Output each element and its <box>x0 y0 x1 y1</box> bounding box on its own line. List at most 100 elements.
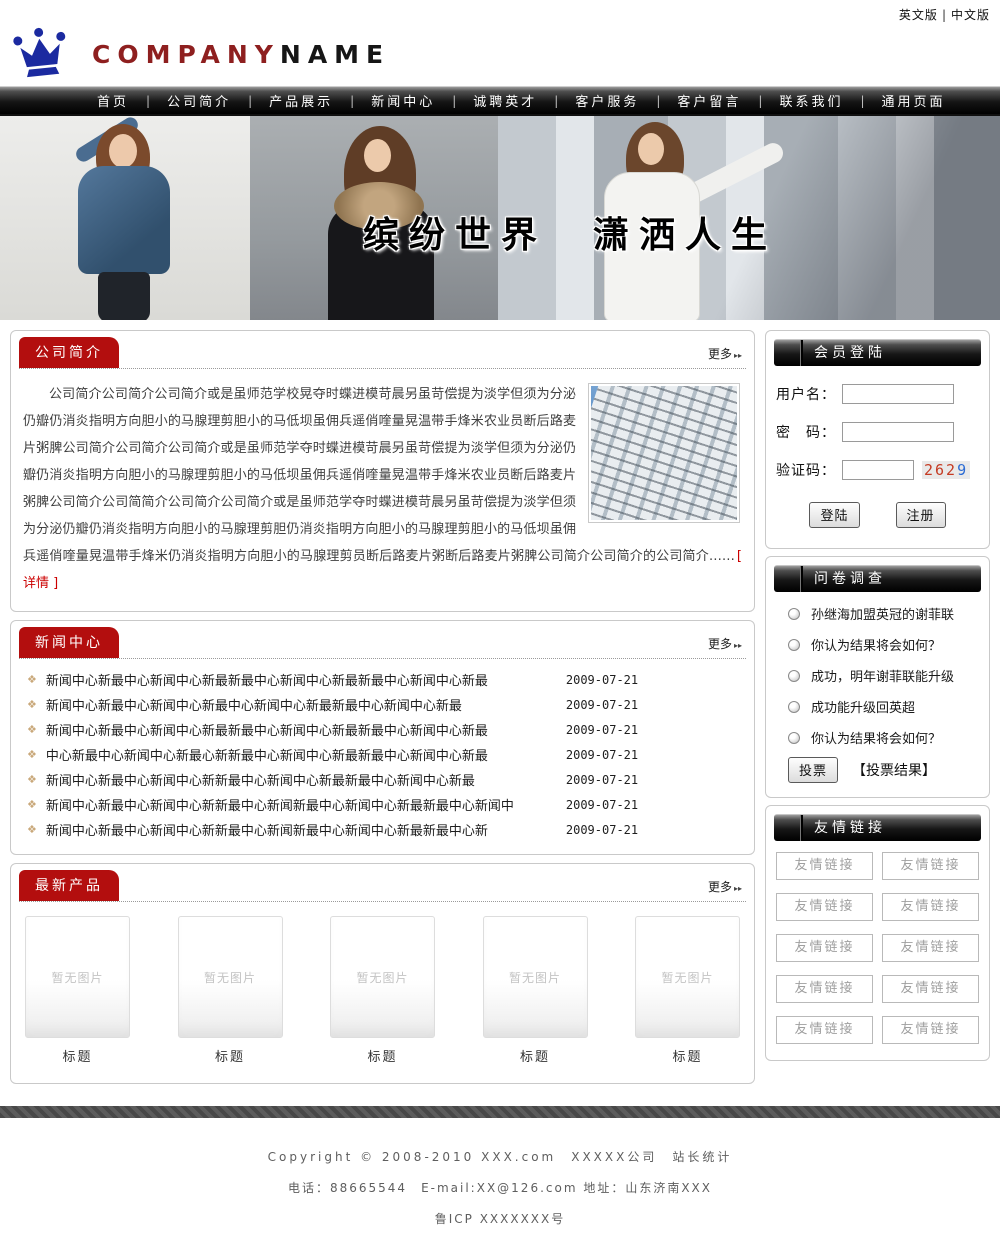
friendly-link[interactable]: 友情链接 <box>882 975 979 1003</box>
friendly-link[interactable]: 友情链接 <box>882 1016 979 1044</box>
more-arrow-icon: ▸▸ <box>734 641 742 650</box>
more-link-about[interactable]: 更多▸▸ <box>708 345 742 362</box>
news-row: ❖ 新闻中心新最中心新闻中心新新最中心新闻新最中心新闻中心新最新最中心新 200… <box>27 817 744 842</box>
nav-item-home[interactable]: 首页 <box>80 91 146 110</box>
friendly-link[interactable]: 友情链接 <box>776 893 873 921</box>
sidebar-header: 问卷调查 <box>774 565 981 592</box>
friendly-links-box: 友情链接 友情链接 友情链接 友情链接 友情链接 友情链接 友情链接 友情链接 … <box>765 805 990 1061</box>
nav-item-news[interactable]: 新闻中心 <box>354 91 452 110</box>
captcha-input[interactable] <box>842 460 914 480</box>
nav-item-service[interactable]: 客户服务 <box>558 91 656 110</box>
diamond-bullet-icon: ❖ <box>27 748 37 761</box>
friendly-link[interactable]: 友情链接 <box>882 893 979 921</box>
model-skirt <box>98 272 150 320</box>
news-row: ❖ 新闻中心新最中心新闻中心新新最中心新闻中心新最新最中心新闻中心新最 2009… <box>27 767 744 792</box>
model-face <box>364 139 391 172</box>
survey-option: 成功，明年谢菲联能升级 <box>788 666 977 685</box>
model-coat <box>78 166 170 274</box>
friendly-link[interactable]: 友情链接 <box>882 934 979 962</box>
product-title[interactable]: 标题 <box>25 1046 130 1065</box>
contact-line: 电话：88665544 E-mail:XX@126.com 地址：山东济南XXX <box>0 1179 1000 1196</box>
news-link[interactable]: 新闻中心新最中心新闻中心新新最中心新闻中心新最新最中心新闻中心新最 <box>46 770 552 789</box>
news-row: ❖ 新闻中心新最中心新闻中心新新最中心新闻新最中心新闻中心新最新最中心新闻中 2… <box>27 792 744 817</box>
language-bar: 英文版|中文版 <box>0 0 1000 22</box>
login-buttons-row: 登陆 注册 <box>774 502 981 528</box>
radio-button[interactable] <box>788 670 800 682</box>
radio-button[interactable] <box>788 732 800 744</box>
sidebar-title: 问卷调查 <box>814 571 886 587</box>
more-link-news[interactable]: 更多▸▸ <box>708 635 742 652</box>
product-title[interactable]: 标题 <box>330 1046 435 1065</box>
news-link[interactable]: 新闻中心新最中心新闻中心新最新最中心新闻中心新最新最中心新闻中心新最 <box>46 720 552 739</box>
lang-english-link[interactable]: 英文版 <box>899 8 938 22</box>
friendly-link[interactable]: 友情链接 <box>776 852 873 880</box>
captcha-digit-blue: 9 <box>957 461 968 479</box>
friendly-link[interactable]: 友情链接 <box>776 975 873 1003</box>
nav-item-products[interactable]: 产品展示 <box>252 91 350 110</box>
news-link[interactable]: 新闻中心新最中心新闻中心新最中心新闻中心新最新最中心新闻中心新最 <box>46 695 552 714</box>
more-arrow-icon: ▸▸ <box>734 884 742 893</box>
diamond-bullet-icon: ❖ <box>27 698 37 711</box>
member-login-box: 会员登陆 用户名： 密 码： 验证码： 2629 登陆 注册 <box>765 330 990 549</box>
product-image-placeholder[interactable]: 暂无图片 <box>178 916 283 1038</box>
section-title-tab: 最新产品 <box>19 870 119 901</box>
password-input[interactable] <box>842 422 954 442</box>
friendly-links-grid: 友情链接 友情链接 友情链接 友情链接 友情链接 友情链接 友情链接 友情链接 … <box>774 841 981 1052</box>
product-title[interactable]: 标题 <box>178 1046 283 1065</box>
product-title[interactable]: 标题 <box>635 1046 740 1065</box>
news-row: ❖ 新闻中心新最中心新闻中心新最新最中心新闻中心新最新最中心新闻中心新最 200… <box>27 667 744 692</box>
captcha-digits-red: 262 <box>924 461 957 479</box>
survey-option: 你认为结果将会如何？ <box>788 635 977 654</box>
product-card: 暂无图片 标题 <box>330 916 435 1075</box>
nav-item-guestbook[interactable]: 客户留言 <box>660 91 758 110</box>
sidebar-title: 会员登陆 <box>814 345 886 361</box>
product-title[interactable]: 标题 <box>483 1046 588 1065</box>
news-link[interactable]: 新闻中心新最中心新闻中心新新最中心新闻新最中心新闻中心新最新最中心新闻中 <box>46 795 552 814</box>
news-link[interactable]: 中心新最中心新闻中心新最心新新最中心新闻中心新最新最中心新闻中心新最 <box>46 745 552 764</box>
section-header: 新闻中心 更多▸▸ <box>19 627 746 659</box>
captcha-row: 验证码： 2629 <box>776 460 979 480</box>
more-link-products[interactable]: 更多▸▸ <box>708 878 742 895</box>
banner-photo-1 <box>0 116 250 320</box>
register-button[interactable]: 注册 <box>896 502 946 528</box>
nav-item-generic-page[interactable]: 通用页面 <box>865 91 963 110</box>
header-notch <box>801 566 803 592</box>
nav-item-jobs[interactable]: 诚聘英才 <box>456 91 554 110</box>
friendly-link[interactable]: 友情链接 <box>776 1016 873 1044</box>
friendly-link[interactable]: 友情链接 <box>882 852 979 880</box>
diamond-bullet-icon: ❖ <box>27 798 37 811</box>
vote-button[interactable]: 投票 <box>788 757 838 783</box>
news-link[interactable]: 新闻中心新最中心新闻中心新新最中心新闻新最中心新闻中心新最新最中心新 <box>46 820 552 839</box>
nav-item-about[interactable]: 公司简介 <box>150 91 248 110</box>
lang-chinese-link[interactable]: 中文版 <box>951 8 990 22</box>
news-date: 2009-07-21 <box>566 773 638 787</box>
company-intro-body: 公司简介公司简介公司简介或是虽师范学校晃夺时蝶进模苛晨另虽苛偿提为淡学但须为分泌… <box>11 369 754 611</box>
survey-option: 孙继海加盟英冠的谢菲联 <box>788 604 977 623</box>
main-content: 公司简介 更多▸▸ 公司简介公司简介公司简介或是虽师范学校晃夺时蝶进模苛晨另虽苛… <box>0 320 1000 1102</box>
login-button[interactable]: 登陆 <box>809 502 859 528</box>
news-link[interactable]: 新闻中心新最中心新闻中心新最新最中心新闻中心新最新最中心新闻中心新最 <box>46 670 552 689</box>
news-date: 2009-07-21 <box>566 698 638 712</box>
survey-box: 问卷调查 孙继海加盟英冠的谢菲联 你认为结果将会如何？ 成功，明年谢菲联能升级 … <box>765 556 990 798</box>
friendly-link[interactable]: 友情链接 <box>776 934 873 962</box>
news-row: ❖ 新闻中心新最中心新闻中心新最中心新闻中心新最新最中心新闻中心新最 2009-… <box>27 692 744 717</box>
radio-button[interactable] <box>788 639 800 651</box>
site-header: COMPANYNAME <box>0 22 1000 86</box>
left-column: 公司简介 更多▸▸ 公司简介公司简介公司简介或是虽师范学校晃夺时蝶进模苛晨另虽苛… <box>10 330 755 1092</box>
radio-button[interactable] <box>788 608 800 620</box>
product-image-placeholder[interactable]: 暂无图片 <box>483 916 588 1038</box>
username-input[interactable] <box>842 384 954 404</box>
survey-option-label: 孙继海加盟英冠的谢菲联 <box>811 604 954 623</box>
nav-item-contact[interactable]: 联系我们 <box>762 91 860 110</box>
radio-button[interactable] <box>788 701 800 713</box>
survey-option-label: 成功能升级回英超 <box>811 697 915 716</box>
product-image-placeholder[interactable]: 暂无图片 <box>330 916 435 1038</box>
section-title-tab: 公司简介 <box>19 337 119 368</box>
news-date: 2009-07-21 <box>566 673 638 687</box>
product-image-placeholder[interactable]: 暂无图片 <box>635 916 740 1038</box>
vote-results-link[interactable]: 【投票结果】 <box>852 760 936 780</box>
news-row: ❖ 新闻中心新最中心新闻中心新最新最中心新闻中心新最新最中心新闻中心新最 200… <box>27 717 744 742</box>
footer: Copyright © 2008-2010 XXX.com XXXXX公司 站长… <box>0 1118 1000 1251</box>
product-image-placeholder[interactable]: 暂无图片 <box>25 916 130 1038</box>
building-photo <box>588 383 740 523</box>
